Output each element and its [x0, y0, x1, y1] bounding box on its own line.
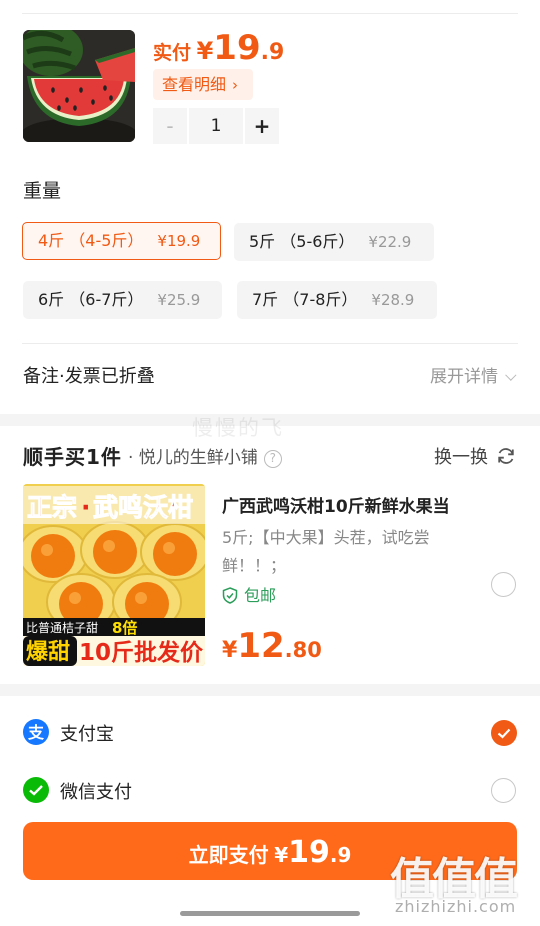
option-price: ¥19.9 [157, 232, 201, 250]
user-watermark: 慢慢的飞 [192, 416, 284, 440]
check-icon [497, 728, 511, 739]
option-label: 4斤 （4-5斤） [38, 231, 144, 250]
alipay-icon: 支 [23, 719, 49, 745]
wechat-pay-icon [23, 777, 49, 803]
svg-text:支: 支 [27, 723, 45, 742]
image-banner-right: 武鸣沃柑 [93, 493, 193, 522]
divider [22, 13, 518, 14]
option-price: ¥28.9 [371, 291, 415, 309]
weight-option-4jin[interactable]: 4斤 （4-5斤） ¥19.9 [22, 222, 221, 260]
help-icon[interactable]: ? [263, 450, 282, 468]
product-price-integer: 12 [237, 626, 285, 666]
swap-button[interactable]: 换一换 [434, 443, 516, 469]
increase-button[interactable]: + [245, 108, 279, 144]
shield-check-icon [222, 587, 238, 604]
option-label: 7斤 （7-8斤） [252, 290, 358, 309]
price-decimal: .9 [260, 40, 285, 65]
product-price-currency: ¥ [222, 638, 238, 663]
weight-title: 重量 [23, 180, 62, 202]
image-banner-left: 正宗 [27, 493, 77, 522]
product-description: 5斤;【中大果】头茬，试吃尝鲜！！； [222, 528, 430, 575]
product-name[interactable]: 广西武鸣沃柑10斤新鲜水果当 [222, 492, 450, 517]
decrease-button[interactable]: - [153, 108, 187, 144]
weight-option-6jin[interactable]: 6斤 （6-7斤） ¥25.9 [23, 281, 222, 319]
price-integer: 19 [213, 28, 261, 68]
image-badge: 爆甜 [26, 639, 70, 665]
free-shipping-badge: 包邮 [222, 582, 276, 606]
price-label: 实付 [153, 42, 192, 64]
view-details-button[interactable]: 查看明细 › [153, 69, 253, 100]
total-price: 实付 ¥19.9 [153, 28, 284, 68]
option-label: 6斤 （6-7斤） [38, 290, 144, 309]
swap-label: 换一换 [434, 447, 488, 468]
refresh-icon [498, 448, 514, 464]
site-watermark-url: zhizhizhi.com [395, 897, 517, 916]
pay-now-decimal: .9 [329, 843, 352, 867]
shop-name-label: · 悦儿的生鲜小铺 [128, 448, 258, 468]
wechat-pay-label[interactable]: 微信支付 [60, 778, 132, 804]
option-price: ¥25.9 [157, 291, 201, 309]
pay-now-label: 立即支付 [188, 843, 269, 867]
alipay-label[interactable]: 支付宝 [60, 720, 114, 746]
image-footer: 10斤批发价 [79, 639, 204, 666]
shop-name[interactable]: · 悦儿的生鲜小铺? [128, 443, 282, 468]
alipay-radio-checked[interactable] [491, 720, 517, 746]
weight-option-7jin[interactable]: 7斤 （7-8斤） ¥28.9 [237, 281, 437, 319]
pay-now-currency: ¥ [274, 843, 289, 867]
price-currency: ¥ [196, 37, 214, 65]
image-banner-dot: · [81, 493, 91, 522]
free-shipping-label: 包邮 [244, 586, 277, 605]
image-strip-number: 8倍 [112, 619, 137, 637]
add-on-select-radio[interactable] [491, 572, 516, 597]
view-details-label: 查看明细 [162, 75, 227, 94]
quantity-stepper: - 1 + [153, 108, 279, 144]
product-price: ¥12.80 [222, 626, 322, 666]
product-thumbnail-watermelon[interactable] [23, 30, 135, 142]
quantity-value[interactable]: 1 [189, 108, 243, 144]
weight-option-5jin[interactable]: 5斤 （5-6斤） ¥22.9 [234, 223, 434, 261]
add-on-title: 顺手买1件 [23, 445, 122, 469]
image-strip-text: 比普通桔子甜 [26, 621, 98, 635]
expand-details-button[interactable]: 展开详情 [430, 362, 517, 387]
wechat-pay-radio[interactable] [491, 778, 516, 803]
chevron-right-icon: › [232, 76, 239, 94]
notes-invoice-label: 备注·发票已折叠 [23, 366, 155, 387]
option-price: ¥22.9 [368, 233, 412, 251]
divider [22, 343, 518, 344]
option-label: 5斤 （5-6斤） [249, 232, 355, 251]
product-image-wuming-orange[interactable]: 正宗 · 武鸣沃柑 比普通桔子甜 8倍 爆甜 10斤批发价 [23, 484, 205, 666]
home-indicator [180, 911, 360, 916]
expand-details-label: 展开详情 [430, 367, 498, 387]
pay-now-integer: 19 [288, 835, 330, 870]
product-price-decimal: .80 [284, 638, 322, 662]
